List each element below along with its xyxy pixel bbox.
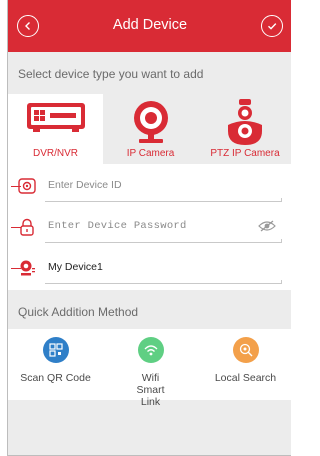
device-name-icon [20,260,35,276]
device-type-label: PTZ IP Camera [210,148,280,159]
local-search-icon [239,343,252,357]
device-id-field[interactable]: Enter Device ID [11,170,282,202]
qr-code-icon [48,343,63,357]
select-device-type-label: Select device type you want to add [18,67,204,81]
ip-camera-icon [133,101,168,143]
device-type-dvr-nvr[interactable]: DVR/NVR [8,94,103,164]
device-id-icon [18,178,36,194]
device-name-field[interactable]: My Device1 [11,252,282,284]
device-form: Enter Device ID Enter Device Password My… [8,164,291,290]
device-id-placeholder: Enter Device ID [48,179,122,191]
quick-method-label: Local Search [214,372,277,384]
quick-addition-methods: Scan QR Code Wifi Smart Link Local Searc… [8,329,291,408]
wifi-icon [144,345,157,356]
device-type-ptz-ip-camera[interactable]: PTZ IP Camera [198,94,291,164]
input-underline [45,198,282,202]
device-name-value: My Device1 [48,261,103,273]
quick-method-label: Wifi Smart Link [136,372,165,408]
device-password-placeholder: Enter Device Password [48,220,187,232]
quick-addition-label: Quick Addition Method [18,305,139,319]
lock-icon [20,218,34,236]
device-type-label: IP Camera [126,148,175,159]
qr-circle [42,337,69,363]
page-title: Add Device [112,17,188,33]
ptz-camera-icon [228,99,262,145]
device-password-field[interactable]: Enter Device Password [11,211,282,243]
confirm-button[interactable] [261,15,283,37]
dvr-recorder-icon [26,103,85,132]
quick-method-label: Scan QR Code [20,372,91,384]
check-icon [268,23,277,30]
device-type-selector: DVR/NVR IP Camera PTZ IP Camera [8,94,291,164]
app-screen: Add Device Select device type you want t… [7,0,291,456]
device-type-ip-camera[interactable]: IP Camera [103,94,198,164]
input-underline [45,280,282,284]
input-underline [45,239,282,243]
eye-hidden-icon[interactable] [258,220,276,232]
wifi-circle [137,337,164,363]
header-bar: Add Device [8,0,291,52]
device-type-label: DVR/NVR [32,148,78,159]
search-circle [232,337,259,363]
